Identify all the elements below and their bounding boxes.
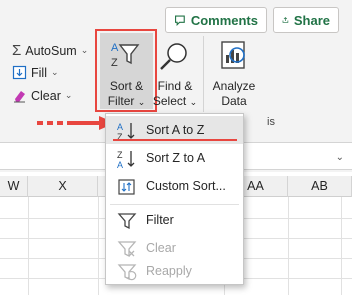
chevron-down-icon: ⌄ bbox=[64, 90, 73, 100]
autosum-label: AutoSum bbox=[25, 43, 77, 58]
menu-item-filter[interactable]: Filter bbox=[106, 206, 243, 234]
menu-item-label: Clear bbox=[146, 241, 176, 255]
gridline bbox=[288, 197, 289, 295]
sort-ascending-icon: A Z bbox=[117, 122, 135, 141]
column-header-w[interactable]: W bbox=[0, 176, 28, 197]
autosum-button[interactable]: Σ AutoSum ⌄ bbox=[12, 42, 88, 59]
share-button[interactable]: Share bbox=[273, 7, 339, 33]
sigma-icon: Σ bbox=[12, 42, 22, 59]
find-select-label-2: Select ⌄ bbox=[152, 94, 198, 110]
menu-item-custom-sort[interactable]: Custom Sort... bbox=[106, 172, 243, 200]
gridline bbox=[341, 197, 342, 295]
ribbon-separator bbox=[203, 36, 204, 112]
analyze-label-2: Data bbox=[221, 94, 247, 108]
reapply-filter-icon bbox=[117, 264, 137, 281]
comments-button[interactable]: Comments bbox=[165, 7, 267, 33]
menu-item-label: Custom Sort... bbox=[146, 179, 226, 193]
clear-button[interactable]: Clear ⌄ bbox=[12, 88, 72, 103]
eraser-icon bbox=[14, 91, 25, 103]
menu-item-label: Reapply bbox=[146, 264, 192, 278]
find-select-button[interactable]: Find & Select ⌄ bbox=[152, 33, 198, 109]
fill-label: Fill bbox=[31, 65, 47, 80]
share-icon bbox=[282, 17, 289, 23]
comments-label: Comments bbox=[190, 12, 258, 28]
menu-item-label: Sort Z to A bbox=[146, 151, 206, 165]
fill-button[interactable]: Fill ⌄ bbox=[12, 65, 59, 80]
find-select-label-1: Find & bbox=[157, 79, 193, 93]
magnifier-icon bbox=[160, 43, 187, 70]
chevron-down-icon: ⌄ bbox=[80, 45, 89, 55]
svg-text:A: A bbox=[117, 122, 123, 132]
gridline bbox=[28, 197, 29, 295]
menu-item-label: Sort A to Z bbox=[146, 123, 205, 137]
menu-item-label: Filter bbox=[146, 213, 174, 227]
column-header-x[interactable]: X bbox=[28, 176, 98, 197]
find-select-label-2-text: Select bbox=[152, 94, 187, 108]
analyze-data-button[interactable]: Analyze Data bbox=[205, 33, 263, 109]
sort-filter-highlight-box bbox=[95, 29, 157, 112]
filter-icon bbox=[117, 213, 137, 230]
fill-down-icon bbox=[12, 65, 27, 80]
chevron-down-icon: ⌄ bbox=[50, 67, 59, 77]
menu-separator bbox=[110, 204, 239, 205]
share-label: Share bbox=[293, 12, 330, 28]
svg-text:Z: Z bbox=[117, 150, 123, 160]
gridline bbox=[98, 197, 99, 295]
analyze-data-icon bbox=[221, 41, 245, 69]
clear-label: Clear bbox=[31, 88, 61, 103]
analyze-label-1: Analyze bbox=[212, 79, 256, 93]
sort-descending-icon: Z A bbox=[117, 150, 135, 169]
group-label: is bbox=[267, 116, 275, 128]
comment-icon bbox=[175, 15, 185, 27]
chevron-down-icon: ⌄ bbox=[189, 97, 198, 107]
menu-item-sort-z-to-a[interactable]: Z A Sort Z to A bbox=[106, 144, 243, 172]
chevron-down-icon[interactable]: ⌄ bbox=[336, 152, 344, 163]
clear-filter-icon bbox=[117, 241, 137, 258]
column-header-ab[interactable]: AB bbox=[288, 176, 352, 197]
custom-sort-icon bbox=[118, 179, 135, 195]
menu-item-reapply: Reapply bbox=[106, 257, 243, 285]
sort-a-to-z-highlight-underline bbox=[113, 139, 237, 141]
ribbon: Comments Share Σ AutoSum ⌄ Fill ⌄ Clear … bbox=[0, 0, 352, 128]
svg-text:A: A bbox=[117, 160, 123, 169]
